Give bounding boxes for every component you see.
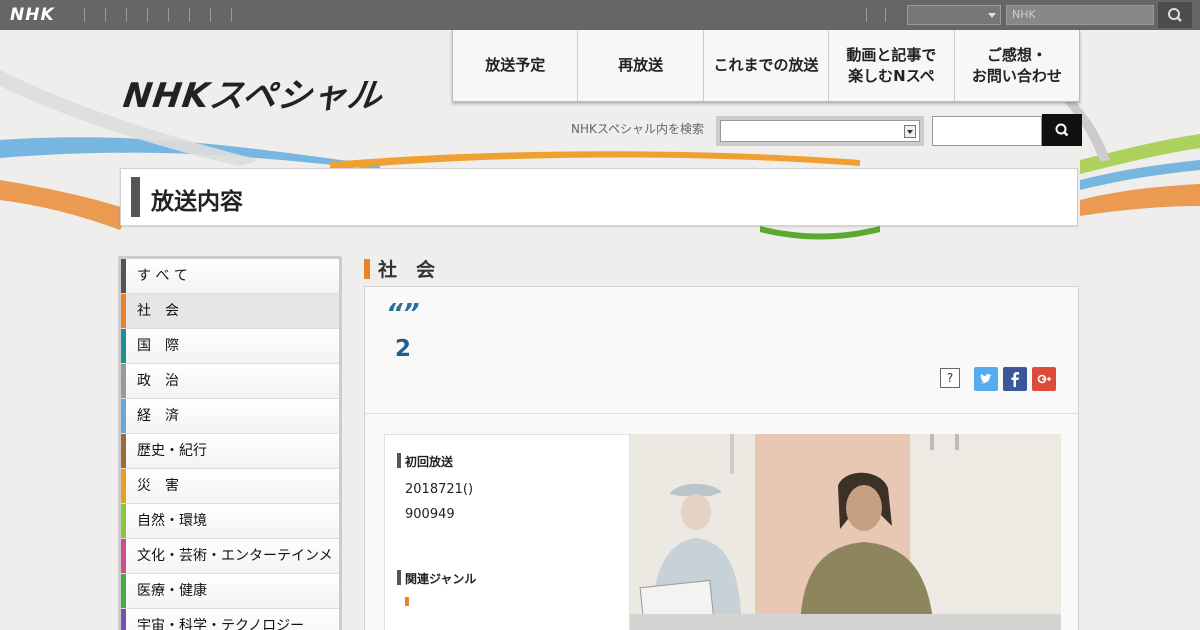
- global-header: NHK NHK: [0, 0, 1200, 30]
- section-accent-bar: [364, 259, 370, 279]
- global-nav-sep: [210, 8, 211, 22]
- courtroom-sketch-graphic: [630, 434, 1061, 630]
- global-search-input[interactable]: NHK: [1006, 5, 1154, 25]
- section-title: 社 会: [364, 255, 435, 282]
- episode-header: “” 2 ?: [365, 287, 1078, 414]
- related-genre-label: 関連ジャンル: [396, 570, 477, 586]
- help-button[interactable]: ?: [940, 368, 960, 388]
- episode-title: “”: [386, 299, 420, 329]
- nav-rerun[interactable]: 再放送: [577, 30, 702, 101]
- sidebar-category-item[interactable]: 医療・健康: [121, 574, 339, 609]
- related-genre-tag[interactable]: [405, 597, 409, 606]
- sidebar-category-item[interactable]: 災 害: [121, 469, 339, 504]
- page-title: 放送内容: [151, 189, 243, 215]
- chevron-down-icon: [904, 125, 916, 138]
- sidebar-category-item[interactable]: 文化・芸術・エンターテインメント: [121, 539, 339, 599]
- global-nav-sep: [189, 8, 190, 22]
- sidebar-category-label: 経 済: [137, 408, 179, 424]
- first-broadcast-time: 900949: [405, 507, 455, 522]
- category-color-stripe: [121, 434, 126, 468]
- category-color-stripe: [121, 504, 126, 538]
- global-nav-sep: [168, 8, 169, 22]
- category-color-stripe: [121, 469, 126, 503]
- facebook-icon: [1011, 372, 1019, 387]
- global-nav-sep: [105, 8, 106, 22]
- category-color-stripe: [121, 259, 126, 293]
- global-nav-sep: [231, 8, 232, 22]
- global-nav-sep: [866, 8, 867, 22]
- page-title-box: 放送内容: [120, 168, 1078, 226]
- category-color-stripe: [121, 364, 126, 398]
- sidebar-category-label: す べ て: [137, 268, 188, 284]
- twitter-icon: [980, 373, 992, 384]
- category-color-stripe: [121, 539, 126, 573]
- category-color-stripe: [121, 399, 126, 433]
- category-color-stripe: [121, 294, 126, 328]
- google-plus-icon: [1037, 374, 1051, 384]
- category-color-stripe: [121, 574, 126, 608]
- sidebar-category-item[interactable]: 国 際: [121, 329, 339, 364]
- google-plus-share-button[interactable]: [1032, 367, 1056, 391]
- sidebar-category-label: 自然・環境: [137, 513, 207, 529]
- global-nav-sep: [84, 8, 85, 22]
- category-color-stripe: [121, 609, 126, 630]
- broadcast-info: 初回放送 2018721() 900949 関連ジャンル: [384, 434, 630, 630]
- nav-schedule[interactable]: 放送予定: [453, 30, 577, 101]
- global-search-button[interactable]: [1158, 2, 1192, 28]
- section-title-text: 社 会: [378, 259, 436, 281]
- episode-card: “” 2 ? 初回放送 2018721() 900949 関連ジャンル: [364, 286, 1079, 630]
- sidebar-category-item[interactable]: 政 治: [121, 364, 339, 399]
- title-accent-bar: [131, 177, 140, 217]
- global-nav-sep: [885, 8, 886, 22]
- global-right-links: [866, 8, 904, 22]
- nhk-logo[interactable]: NHK: [10, 5, 55, 25]
- global-nav-sep: [147, 8, 148, 22]
- sidebar-category-label: 宇宙・科学・テクノロジー: [137, 618, 305, 630]
- site-search-select-box[interactable]: [720, 120, 920, 142]
- sidebar-category-item[interactable]: 経 済: [121, 399, 339, 434]
- site-search-select[interactable]: [716, 116, 924, 146]
- site-search-label: NHKスペシャル内を検索: [571, 122, 705, 136]
- twitter-share-button[interactable]: [974, 367, 998, 391]
- sidebar-category-label: 社 会: [137, 303, 179, 319]
- sidebar-category-label: 政 治: [137, 373, 179, 389]
- nav-videos-articles[interactable]: 動画と記事で 楽しむNスペ: [828, 30, 953, 101]
- sidebar-category-item[interactable]: 宇宙・科学・テクノロジー: [121, 609, 339, 630]
- sidebar-category-item[interactable]: 歴史・紀行: [121, 434, 339, 469]
- sidebar-category-item[interactable]: 社 会: [121, 294, 339, 329]
- global-region-select[interactable]: [907, 5, 1001, 25]
- main-nav: 放送予定 再放送 これまでの放送 動画と記事で 楽しむNスペ ご感想・ お問い合…: [452, 30, 1080, 102]
- first-broadcast-date: 2018721(): [405, 482, 474, 497]
- sidebar-category-label: 災 害: [137, 478, 179, 494]
- genre-sidebar: す べ て社 会国 際政 治経 済歴史・紀行災 害自然・環境文化・芸術・エンター…: [118, 256, 342, 630]
- sidebar-category-label: 国 際: [137, 338, 179, 354]
- global-nav-links: [84, 8, 252, 22]
- global-nav-sep: [126, 8, 127, 22]
- sidebar-category-item[interactable]: す べ て: [121, 259, 339, 294]
- sidebar-category-item[interactable]: 自然・環境: [121, 504, 339, 539]
- facebook-share-button[interactable]: [1003, 367, 1027, 391]
- nav-past-broadcasts[interactable]: これまでの放送: [702, 30, 828, 101]
- category-color-stripe: [121, 329, 126, 363]
- sidebar-category-label: 医療・健康: [137, 583, 207, 599]
- first-broadcast-label: 初回放送: [396, 453, 454, 469]
- chevron-down-icon: [988, 13, 996, 18]
- search-icon: [1168, 8, 1182, 22]
- nav-contact[interactable]: ご感想・ お問い合わせ: [953, 30, 1079, 101]
- program-logo[interactable]: NHKスペシャル: [121, 68, 387, 117]
- site-search-input[interactable]: [932, 116, 1042, 146]
- sidebar-category-label: 歴史・紀行: [137, 443, 207, 459]
- courtroom-sketch-image: [630, 434, 1061, 630]
- site-search-button[interactable]: [1042, 114, 1082, 146]
- episode-number: 2: [395, 336, 412, 362]
- search-icon: [1055, 123, 1069, 137]
